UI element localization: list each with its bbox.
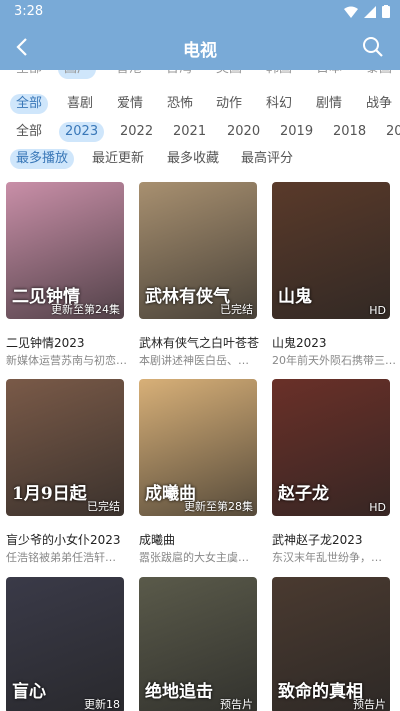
year-chip[interactable]: 2020 (221, 122, 266, 142)
video-poster[interactable]: 赵子龙 HD (272, 379, 390, 516)
app-bar: 电视 (0, 24, 400, 70)
episode-badge: 已完结 (220, 303, 253, 316)
video-poster[interactable]: 1月9日起 已完结 (6, 379, 124, 516)
genre-chip[interactable]: 战争 (360, 94, 398, 114)
video-description: 东汉末年乱世纷争，… (272, 551, 382, 564)
genre-chip[interactable]: 喜剧 (61, 94, 99, 114)
poster-art-text: 致命的真相 (278, 682, 363, 702)
genre-chip[interactable]: 恐怖 (161, 94, 199, 114)
episode-badge: 已完结 (87, 500, 120, 513)
poster-art-text: 1月9日起 (12, 484, 87, 504)
status-icons (344, 5, 390, 18)
poster-art-text: 山鬼 (278, 287, 312, 307)
region-filter-row: 全部 国产 香港 台湾 美国 韩国 日本 泰国 (0, 70, 400, 82)
battery-icon (382, 5, 390, 18)
video-poster[interactable]: 成曦曲 更新至第28集 (139, 379, 257, 516)
video-title[interactable]: 山鬼2023 (272, 334, 400, 351)
video-description: 本剧讲述神医白岳、… (139, 354, 249, 367)
status-time: 3:28 (14, 4, 44, 19)
video-title[interactable]: 成曦曲 (139, 531, 269, 548)
poster-art-text: 武林有侠气 (145, 287, 230, 307)
region-chip[interactable]: 韩国 (260, 70, 298, 79)
poster-art-text: 赵子龙 (278, 484, 329, 504)
video-title[interactable]: 盲少爷的小女仆2023 (6, 531, 136, 548)
episode-badge: 预告片 (220, 698, 253, 711)
sort-chip-top-rated[interactable]: 最高评分 (235, 149, 299, 169)
year-chip[interactable]: 2022 (114, 122, 159, 142)
sort-filter-row: 最多播放 最近更新 最多收藏 最高评分 (0, 149, 400, 175)
episode-badge: HD (369, 304, 386, 317)
video-poster[interactable]: 致命的真相 预告片 (272, 577, 390, 711)
sort-chip-most-played[interactable]: 最多播放 (10, 149, 75, 169)
year-chip[interactable]: 2019 (274, 122, 319, 142)
genre-chip[interactable]: 剧情 (310, 94, 348, 114)
year-chip[interactable]: 20 (380, 122, 400, 142)
year-filter-row: 全部 2023 2022 2021 2020 2019 2018 20 (0, 122, 400, 148)
page-title: 电视 (183, 41, 217, 61)
video-poster[interactable]: 二见钟情 更新至第24集 (6, 182, 124, 319)
region-chip[interactable]: 台湾 (160, 70, 198, 79)
year-chip[interactable]: 2021 (167, 122, 212, 142)
video-poster[interactable]: 山鬼 HD (272, 182, 390, 319)
video-description: 20年前天外陨石携带三颗… (272, 354, 396, 367)
video-poster[interactable]: 盲心更新18 (6, 577, 124, 711)
region-chip[interactable]: 日本 (310, 70, 348, 79)
episode-badge: HD (369, 501, 386, 514)
year-chip-all[interactable]: 全部 (10, 122, 48, 142)
wifi-icon (344, 6, 358, 18)
poster-art-text: 绝地追击 (145, 682, 213, 702)
signal-icon (364, 5, 376, 18)
status-bar: 3:28 (0, 0, 400, 24)
episode-badge: 更新至第24集 (51, 303, 120, 316)
region-chip[interactable]: 全部 (10, 70, 48, 79)
region-chip[interactable]: 国产 (58, 70, 97, 79)
genre-chip[interactable]: 爱情 (111, 94, 149, 114)
region-chip[interactable]: 美国 (210, 70, 248, 79)
video-poster[interactable]: 绝地追击 预告片 (139, 577, 257, 711)
sort-chip-most-favorited[interactable]: 最多收藏 (161, 149, 225, 169)
sort-chip-latest[interactable]: 最近更新 (86, 149, 150, 169)
genre-chip[interactable]: 动作 (210, 94, 248, 114)
video-title[interactable]: 武林有侠气之白叶苍苍 (139, 334, 269, 351)
episode-badge: 更新至第28集 (184, 500, 253, 513)
genre-chip-all[interactable]: 全部 (10, 94, 49, 114)
video-description: 新媒体运营苏南与初恋顾… (6, 354, 130, 367)
year-chip[interactable]: 2023 (59, 122, 105, 142)
region-chip[interactable]: 香港 (110, 70, 148, 79)
episode-badge: 预告片 (353, 698, 386, 711)
video-description: 嚣张跋扈的大女主虞… (139, 551, 249, 564)
genre-filter-row: 全部 喜剧 爱情 恐怖 动作 科幻 剧情 战争 (0, 94, 400, 120)
video-title[interactable]: 武神赵子龙2023 (272, 531, 400, 548)
genre-chip[interactable]: 科幻 (260, 94, 298, 114)
video-description: 任浩铭被弟弟任浩轩… (6, 551, 116, 564)
search-icon[interactable] (360, 34, 386, 60)
video-poster[interactable]: 武林有侠气 已完结 (139, 182, 257, 319)
region-chip[interactable]: 泰国 (360, 70, 398, 79)
episode-badge: 更新18 (84, 698, 120, 711)
poster-art-text: 盲心 (12, 682, 46, 702)
year-chip[interactable]: 2018 (327, 122, 372, 142)
video-title[interactable]: 二见钟情2023 (6, 334, 136, 351)
